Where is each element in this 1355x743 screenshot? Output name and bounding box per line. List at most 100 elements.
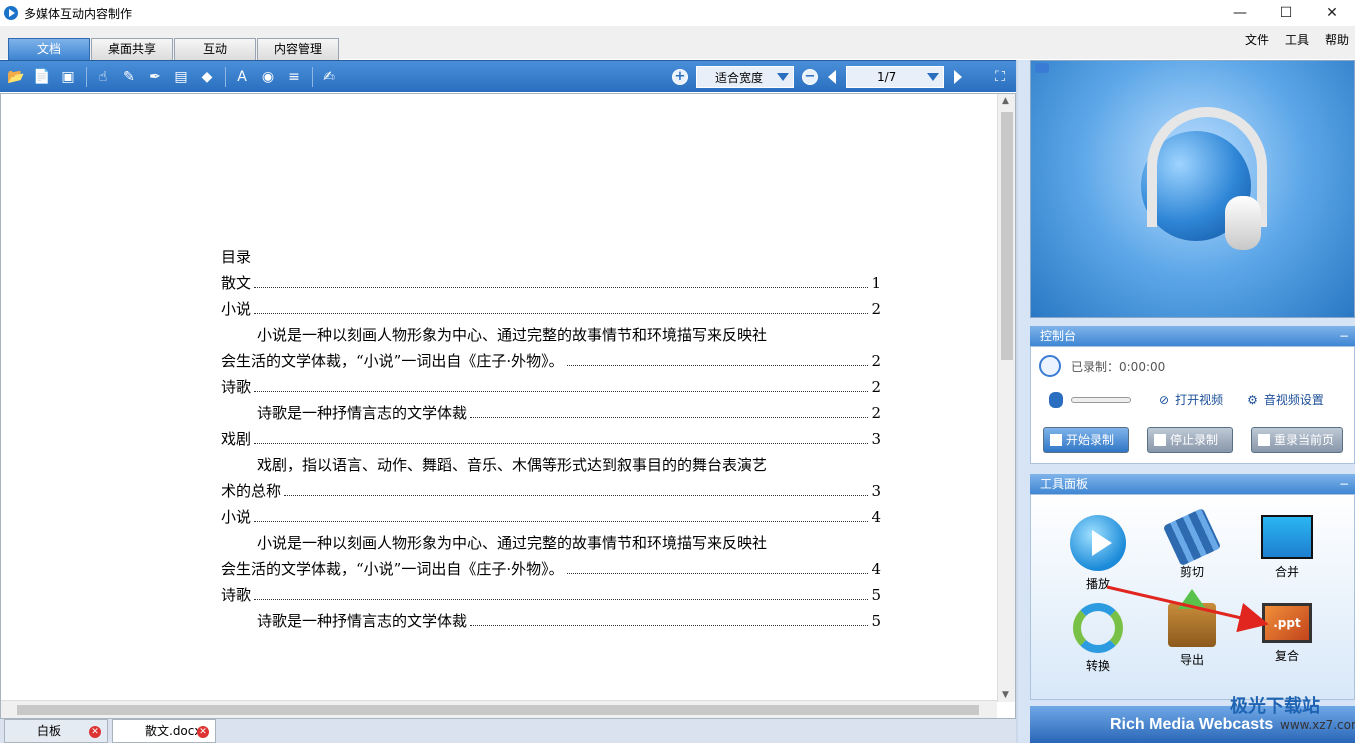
toc-entry-text: 诗歌是一种抒情言志的文学体裁 (257, 612, 468, 630)
toc-entry-text: 诗歌 (221, 378, 252, 396)
toc-entry[interactable]: 小说 2 (221, 296, 881, 322)
toc-entry[interactable]: 诗歌是一种抒情言志的文学体裁 2 (221, 400, 881, 426)
toc-entry[interactable]: 小说是一种以刻画人物形象为中心、通过完整的故事情节和环境描写来反映社 (221, 530, 881, 556)
toc-entry-text: 戏剧 (221, 430, 252, 448)
zoom-in-button[interactable]: + (672, 69, 688, 85)
close-tab-icon[interactable]: ✕ (197, 726, 209, 738)
toc-entry[interactable]: 戏剧 3 (221, 426, 881, 452)
new-page-icon[interactable]: 📄 (32, 67, 52, 87)
zoom-select[interactable]: 适合宽度 (696, 66, 794, 88)
toc-entry[interactable]: 诗歌 5 (221, 582, 881, 608)
start-record-button[interactable]: 开始录制 (1043, 427, 1129, 453)
document-toolbar: 📂 📄 ▣ ☝ ✎ ✒ ▤ ◆ A ◉ ≡ ✍ + 适合宽度 − 1/7 ⛶ (0, 60, 1016, 92)
menu-bar: 文件 工具 帮助 (1229, 31, 1349, 48)
textbox-icon[interactable]: ▤ (171, 67, 191, 87)
menu-file[interactable]: 文件 (1245, 31, 1269, 48)
palette-icon[interactable]: ◉ (258, 67, 278, 87)
window-title: 多媒体互动内容制作 (24, 6, 133, 21)
toc-entry[interactable]: 散文 1 (221, 270, 881, 296)
doc-tab-whiteboard[interactable]: 白板 ✕ (4, 719, 108, 743)
stop-icon (1154, 434, 1166, 446)
next-page-icon[interactable] (954, 70, 962, 84)
toc-entry-text: 术的总称 (221, 482, 282, 500)
eraser-icon[interactable]: ◆ (197, 67, 217, 87)
watermark-text: 极光下载站 (1230, 696, 1320, 717)
camera-icon[interactable] (1035, 63, 1049, 73)
fullscreen-icon[interactable]: ⛶ (990, 67, 1010, 87)
toc-leader-dots (254, 582, 868, 600)
tab-interact[interactable]: 互动 (174, 38, 256, 60)
toc-page-number: 5 (871, 612, 881, 630)
toc-leader-dots (254, 504, 868, 522)
toc-entry-text: 小说 (221, 300, 252, 318)
prev-page-icon[interactable] (828, 70, 836, 84)
zoom-out-button[interactable]: − (802, 69, 818, 85)
console-title: 控制台 (1040, 329, 1077, 343)
toc-page-number: 3 (871, 482, 881, 500)
doc-tab-essay[interactable]: 散文.docx ✕ (112, 719, 216, 743)
recorded-time: 已录制：0:00:00 (1071, 359, 1166, 374)
toc-page-number: 5 (871, 586, 881, 604)
maximize-button[interactable]: ☐ (1263, 0, 1309, 26)
tab-document[interactable]: 文档 (8, 38, 90, 60)
stop-record-button[interactable]: 停止录制 (1147, 427, 1233, 453)
hand-tool-icon[interactable]: ☝ (93, 67, 113, 87)
rerecord-page-button[interactable]: 重录当前页 (1251, 427, 1343, 453)
earpiece-image (1225, 196, 1261, 250)
toc-entry[interactable]: 会生活的文学体裁，“小说”一词出自《庄子·外物》。 4 (221, 556, 881, 582)
toc-entry[interactable]: 小说是一种以刻画人物形象为中心、通过完整的故事情节和环境描写来反映社 (221, 322, 881, 348)
tab-desktop-share[interactable]: 桌面共享 (91, 38, 173, 60)
toc-page-number: 4 (871, 508, 881, 526)
app-icon (4, 6, 18, 20)
undo-icon (1258, 434, 1270, 446)
tab-content-manage[interactable]: 内容管理 (257, 38, 339, 60)
minimize-button[interactable]: — (1217, 0, 1263, 26)
open-folder-icon[interactable]: 📂 (6, 67, 26, 87)
scroll-down-icon[interactable]: ▼ (1002, 690, 1009, 700)
document-viewer[interactable]: 目录 散文 1 小说 2 小说是一种以刻画人物形象为中心、通过完整的故事情节和环境描写来… (0, 93, 1016, 719)
av-settings-link[interactable]: 音视频设置 (1264, 391, 1324, 408)
toc-entry[interactable]: 小说 4 (221, 504, 881, 530)
text-edit-icon[interactable]: ✍ (319, 67, 339, 87)
toolbar-divider (86, 66, 87, 87)
collapse-icon[interactable]: − (1339, 326, 1349, 346)
page-select[interactable]: 1/7 (846, 66, 944, 88)
annotation-arrow (1106, 585, 1269, 633)
line-width-icon[interactable]: ≡ (284, 67, 304, 87)
toc-entry[interactable]: 会生活的文学体裁，“小说”一词出自《庄子·外物》。 2 (221, 348, 881, 374)
open-video-link[interactable]: 打开视频 (1175, 391, 1223, 408)
console-panel: 已录制：0:00:00 ⊘ 打开视频 ⚙ 音视频设置 开始录制 停止录制 重录当… (1030, 346, 1355, 464)
collapse-icon[interactable]: − (1339, 474, 1349, 494)
highlighter-icon[interactable]: ✎ (119, 67, 139, 87)
vertical-scrollbar[interactable]: ▲ ▼ (997, 94, 1015, 702)
video-preview (1030, 60, 1355, 318)
toc-entry[interactable]: 诗歌 2 (221, 374, 881, 400)
horizontal-scrollbar[interactable] (1, 700, 997, 718)
toolbar-divider (225, 66, 226, 87)
toc-entry-text: 会生活的文学体裁，“小说”一词出自《庄子·外物》。 (221, 560, 564, 578)
import-icon[interactable]: ▣ (58, 67, 78, 87)
toc-entry[interactable]: 诗歌是一种抒情言志的文学体裁 5 (221, 608, 881, 634)
toc-leader-dots (566, 348, 868, 366)
toc-entry[interactable]: 戏剧，指以语言、动作、舞蹈、音乐、木偶等形式达到叙事目的的舞台表演艺 (221, 452, 881, 478)
doc-tab-label: 散文.docx (145, 724, 202, 738)
toc-entry-text: 小说 (221, 508, 252, 526)
microphone-icon[interactable] (1049, 391, 1063, 408)
toc-leader-dots (254, 296, 868, 314)
font-icon[interactable]: A (232, 67, 252, 87)
scroll-up-icon[interactable]: ▲ (1002, 96, 1009, 106)
toc-page-number: 2 (871, 300, 881, 318)
close-tab-icon[interactable]: ✕ (89, 726, 101, 738)
toc-entry-text: 戏剧，指以语言、动作、舞蹈、音乐、木偶等形式达到叙事目的的舞台表演艺 (257, 456, 768, 474)
toc-leader-dots (470, 400, 868, 418)
scrollbar-thumb[interactable] (1001, 112, 1013, 360)
close-button[interactable]: ✕ (1309, 0, 1355, 26)
toc-entry-text: 诗歌 (221, 586, 252, 604)
menu-help[interactable]: 帮助 (1325, 31, 1349, 48)
scrollbar-thumb[interactable] (17, 705, 979, 715)
gear-icon: ⚙ (1247, 392, 1258, 407)
toc-entry[interactable]: 术的总称 3 (221, 478, 881, 504)
menu-tools[interactable]: 工具 (1285, 31, 1309, 48)
volume-slider[interactable] (1071, 396, 1131, 403)
pen-icon[interactable]: ✒ (145, 67, 165, 87)
